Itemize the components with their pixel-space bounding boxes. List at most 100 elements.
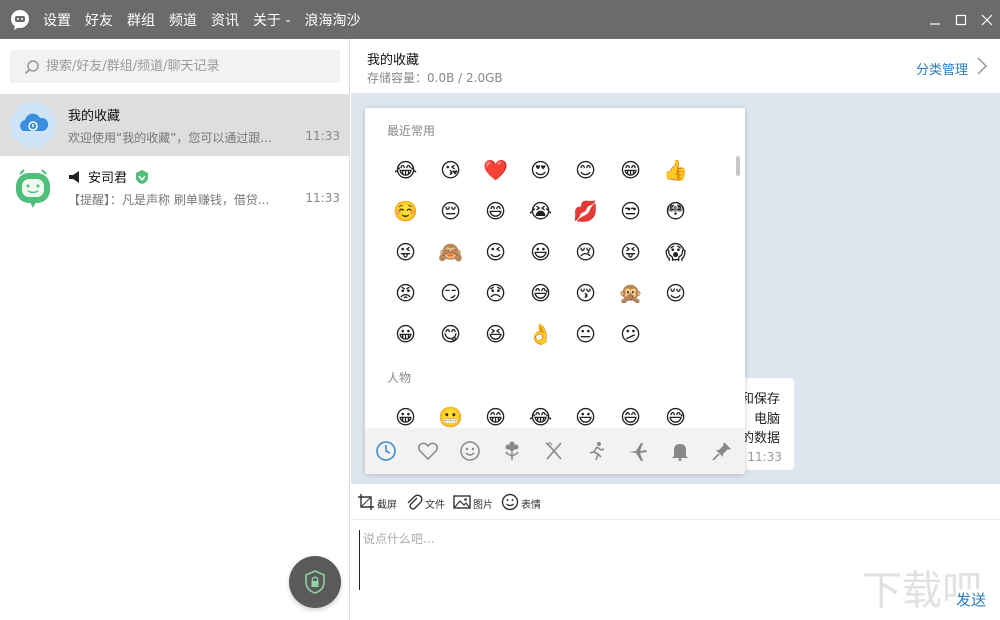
section-recent-label: 最近常用 xyxy=(387,124,436,138)
emoji-cell[interactable]: 😊 xyxy=(563,149,608,190)
emoji-category-tabs xyxy=(365,428,745,474)
chat-item-favorites[interactable]: 我的收藏 欢迎使用“我的收藏”，您可以通过跟... 11:33 xyxy=(0,94,350,156)
bubble-line: 的数据 xyxy=(740,431,780,446)
cloud-avatar-icon xyxy=(10,102,56,148)
left-panel: 我的收藏 欢迎使用“我的收藏”，您可以通过跟... 11:33 安司君 【提醒】… xyxy=(0,39,350,620)
smiley-icon xyxy=(501,493,519,510)
minimize-icon xyxy=(930,22,940,25)
emoji-cell[interactable]: 👌 xyxy=(518,313,563,354)
tab-nature[interactable] xyxy=(491,428,533,474)
emoji-cell[interactable]: 😳 xyxy=(653,190,698,231)
security-lock-button[interactable] xyxy=(289,556,341,608)
title-bar: 设置 好友 群组 频道 资讯 关于 - 浪海淘沙 xyxy=(0,0,1000,39)
emoji-cell[interactable]: 😝 xyxy=(608,231,653,272)
emoji-cell[interactable]: 😔 xyxy=(428,190,473,231)
emoji-cell[interactable]: 😍 xyxy=(518,149,563,190)
menu-about[interactable]: 关于 - xyxy=(253,10,291,30)
menu-news[interactable]: 资讯 xyxy=(211,10,239,30)
menu-groups[interactable]: 群组 xyxy=(127,10,155,30)
emoji-cell[interactable]: 😜 xyxy=(383,231,428,272)
conversation-header: 我的收藏 存储容量：0.0B / 2.0GB 分类管理 xyxy=(351,39,1000,94)
file-button[interactable]: 文件 xyxy=(405,493,445,511)
emoji-cell[interactable]: 🙊 xyxy=(608,272,653,313)
input-area: 下载吧 发送 xyxy=(351,519,1000,620)
menu-settings[interactable]: 设置 xyxy=(43,10,71,30)
tab-activity[interactable] xyxy=(575,428,617,474)
tab-symbols[interactable] xyxy=(701,428,743,474)
maximize-button[interactable] xyxy=(948,0,974,39)
emoji-cell[interactable]: 😕 xyxy=(608,313,653,354)
megaphone-icon xyxy=(69,170,79,183)
emoji-cell[interactable]: 😀 xyxy=(383,313,428,354)
emoji-cell[interactable]: 😐 xyxy=(563,313,608,354)
image-icon xyxy=(453,494,471,509)
crop-icon xyxy=(358,493,374,510)
send-button[interactable]: 发送 xyxy=(955,589,986,610)
emoji-cell[interactable]: 😂 xyxy=(383,149,428,190)
tab-recent[interactable] xyxy=(365,428,407,474)
section-people-label: 人物 xyxy=(387,371,412,385)
tab-love[interactable] xyxy=(407,428,449,474)
emoji-picker: 最近常用 😂 😘 ❤️ 😍 😊 😁 👍 ☺️ 😔 😄 😭 💋 😒 😳 😜 🙈 😉 😃 😢 😝 😱 😡 😏 😞 😅 😚 🙊 😌 😀 😋 😆 👌 😐… xyxy=(365,108,745,474)
emoji-cell[interactable]: 😋 xyxy=(428,313,473,354)
tab-food[interactable] xyxy=(533,428,575,474)
storage-capacity: 存储容量：0.0B / 2.0GB xyxy=(367,71,503,85)
chat-name: 我的收藏 xyxy=(68,105,120,124)
window-controls xyxy=(922,0,1000,39)
tab-objects[interactable] xyxy=(659,428,701,474)
menu-channels[interactable]: 频道 xyxy=(169,10,197,30)
emoji-cell[interactable]: 😁 xyxy=(608,149,653,190)
emoji-cell[interactable]: 😢 xyxy=(563,231,608,272)
close-button[interactable] xyxy=(974,0,1000,39)
search-input[interactable] xyxy=(46,59,326,74)
chat-name-text: 安司君 xyxy=(88,171,128,186)
search-box[interactable] xyxy=(10,50,340,83)
emoji-cell[interactable]: 👍 xyxy=(653,149,698,190)
chevron-right-icon[interactable] xyxy=(976,57,988,75)
chat-name-text: 我的收藏 xyxy=(68,109,121,124)
chat-item-ansijun[interactable]: 安司君 【提醒】：凡是声称 刷单赚钱，借贷... 11:33 xyxy=(0,156,350,218)
emoji-label: 表情 xyxy=(521,499,541,511)
chat-preview: 【提醒】：凡是声称 刷单赚钱，借贷... xyxy=(68,193,270,207)
heart-icon xyxy=(417,442,439,461)
running-icon xyxy=(589,442,605,461)
emoji-button[interactable]: 表情 xyxy=(501,493,541,511)
emoji-cell[interactable]: 😚 xyxy=(563,272,608,313)
emoji-cell[interactable]: 😆 xyxy=(473,313,518,354)
emoji-cell[interactable]: 😌 xyxy=(653,272,698,313)
tab-smileys[interactable] xyxy=(449,428,491,474)
pushpin-icon xyxy=(712,442,731,461)
emoji-cell[interactable]: 😉 xyxy=(473,231,518,272)
emoji-cell[interactable]: 😘 xyxy=(428,149,473,190)
conversation-title: 我的收藏 xyxy=(367,53,420,68)
emoji-cell[interactable]: 😄 xyxy=(473,190,518,231)
category-manage-link[interactable]: 分类管理 xyxy=(916,59,968,78)
emoji-cell[interactable]: 😭 xyxy=(518,190,563,231)
emoji-cell[interactable]: 😅 xyxy=(518,272,563,313)
close-icon xyxy=(981,14,993,25)
emoji-cell[interactable]: 😏 xyxy=(428,272,473,313)
bubble-line: 电脑 xyxy=(753,412,780,427)
image-button[interactable]: 图片 xyxy=(453,493,493,511)
search-icon xyxy=(24,59,39,74)
emoji-scrollbar[interactable] xyxy=(736,156,740,176)
robot-avatar-icon xyxy=(16,169,50,208)
emoji-cell[interactable]: ❤️ xyxy=(473,149,518,190)
emoji-cell[interactable]: 🙈 xyxy=(428,231,473,272)
emoji-cell[interactable]: 😃 xyxy=(518,231,563,272)
emoji-cell[interactable]: 😱 xyxy=(653,231,698,272)
emoji-cell[interactable]: 😞 xyxy=(473,272,518,313)
emoji-cell[interactable]: 😒 xyxy=(608,190,653,231)
menu-friends[interactable]: 好友 xyxy=(85,10,113,30)
minimize-button[interactable] xyxy=(922,0,948,39)
emoji-grid-recent: 😂 😘 ❤️ 😍 😊 😁 👍 ☺️ 😔 😄 😭 💋 😒 😳 😜 🙈 😉 😃 😢 😝 😱 😡 😏 😞 😅 😚 🙊 😌 😀 😋 😆 👌 😐 😕 xyxy=(383,149,698,354)
input-toolbar: 截屏 文件 图片 表情 xyxy=(351,483,1000,519)
emoji-cell[interactable]: 💋 xyxy=(563,190,608,231)
message-input[interactable] xyxy=(359,530,919,590)
maximize-icon xyxy=(955,14,967,25)
tab-travel[interactable] xyxy=(617,428,659,474)
username[interactable]: 浪海淘沙 xyxy=(305,10,361,30)
emoji-cell[interactable]: 😡 xyxy=(383,272,428,313)
screenshot-button[interactable]: 截屏 xyxy=(357,493,397,511)
emoji-cell[interactable]: ☺️ xyxy=(383,190,428,231)
